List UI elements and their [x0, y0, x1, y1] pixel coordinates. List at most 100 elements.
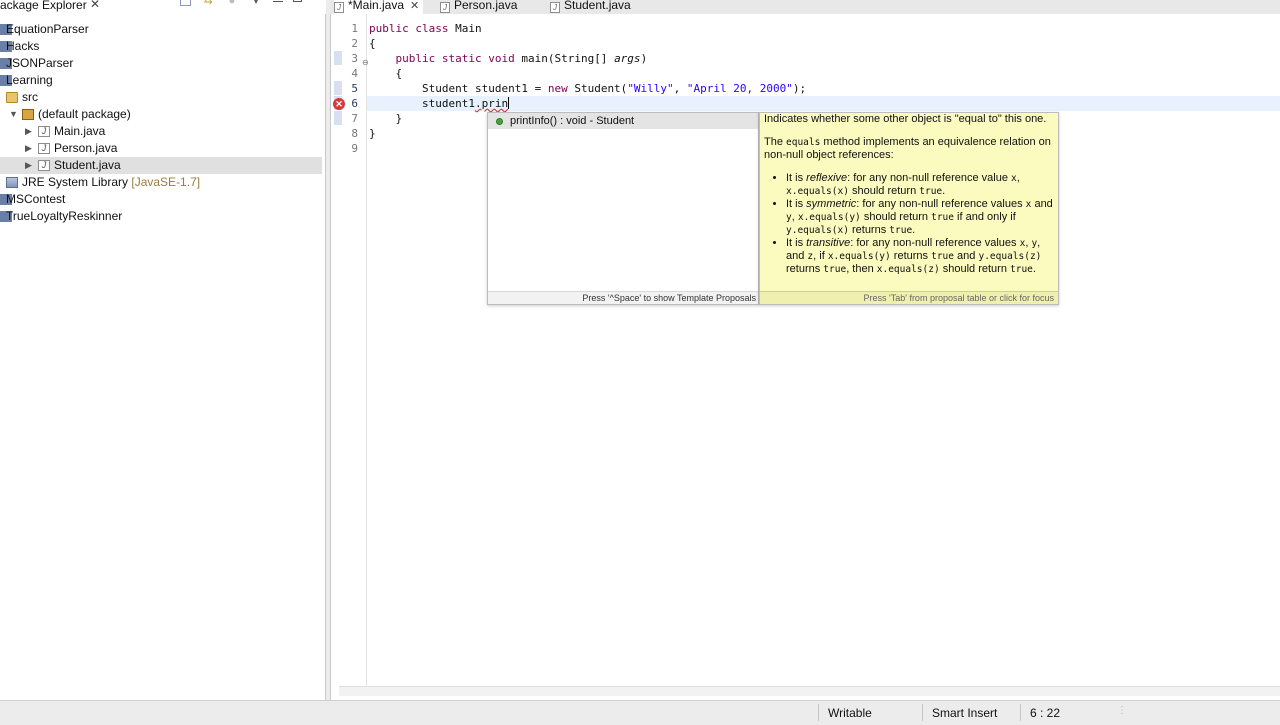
tree-item-text: JRE System Library [JavaSE-1.7] — [22, 174, 200, 191]
tree-item-mscontest[interactable]: MSContest — [0, 191, 322, 208]
text-caret — [508, 97, 510, 109]
tree-item-label: Student.java — [54, 158, 121, 172]
jre-version-decoration: [JavaSE-1.7] — [131, 175, 201, 189]
java-file-icon: J — [334, 2, 344, 13]
focus-icon[interactable]: ● — [225, 0, 239, 7]
javadoc-list: It is reflexive: for any non-null refere… — [786, 172, 1058, 276]
tree-item-label: src — [22, 90, 38, 104]
tree-item-jsonparser[interactable]: JSONParser — [0, 55, 322, 72]
tree-item-trueloyaltyreskinner[interactable]: TrueLoyaltyReskinner — [0, 208, 322, 225]
status-cursor-position: 6 : 22 — [1030, 706, 1061, 720]
tab-label: *Main.java — [348, 0, 405, 12]
editor-tab-bar: J *Main.java ✕ J Person.java J Student.java — [330, 0, 1280, 14]
chevron-down-icon[interactable]: ▼ — [9, 106, 19, 123]
tab-person-java[interactable]: J Person.java — [440, 0, 517, 14]
tab-label: Person.java — [454, 0, 518, 12]
javadoc-summary: Indicates whether some other object is "… — [764, 113, 1047, 125]
tree-item-label: MSContest — [6, 192, 66, 206]
code-token: ) — [640, 52, 648, 65]
keyword: public static void — [395, 52, 515, 65]
javadoc-hover[interactable]: Indicates whether some other object is "… — [759, 112, 1059, 305]
tree-item-person-java[interactable]: ▶ J Person.java — [0, 140, 322, 157]
javadoc-list-item: It is transitive: for any non-null refer… — [786, 237, 1058, 276]
collapse-all-icon[interactable] — [180, 0, 191, 6]
code-line: public class Main — [369, 21, 806, 36]
status-bar: Writable Smart Insert 6 : 22 ⋮ — [0, 700, 1280, 721]
tree-item-src[interactable]: src — [0, 89, 322, 106]
code-token: { — [395, 67, 403, 80]
chevron-right-icon[interactable]: ▶ — [25, 140, 35, 157]
java-file-icon: J — [38, 160, 50, 171]
error-token: .prin — [474, 97, 509, 110]
tree-item-label: (default package) — [38, 107, 131, 121]
chevron-right-icon[interactable]: ▶ — [25, 123, 35, 140]
status-insert-mode[interactable]: Smart Insert — [932, 701, 997, 721]
doc-code: true — [931, 251, 954, 262]
code-token: Student student1 = — [421, 82, 548, 95]
status-separator — [1020, 704, 1021, 721]
code-token: student1 — [421, 97, 475, 110]
java-file-icon: J — [38, 143, 50, 154]
doc-text: , — [1016, 172, 1020, 184]
java-file-icon: J — [38, 126, 50, 137]
tree-item-learning[interactable]: Learning — [0, 72, 322, 89]
status-separator — [818, 704, 819, 721]
code-token: } — [395, 112, 403, 125]
view-menu-icon[interactable]: ▾ — [249, 0, 263, 7]
link-with-editor-icon[interactable]: ⇆ — [201, 0, 215, 7]
tab-student-java[interactable]: J Student.java — [550, 0, 631, 14]
javadoc-paragraph: The equals method implements an equivale… — [764, 136, 1058, 162]
maximize-icon[interactable] — [293, 0, 302, 2]
package-explorer-view: ackage Explorer ✕ ⇆ ● ▾ EquationParser H… — [0, 0, 326, 700]
javadoc-list-item: It is reflexive: for any non-null refere… — [786, 172, 1058, 198]
minimize-icon[interactable] — [273, 0, 283, 2]
library-icon — [6, 177, 18, 188]
line-number: 6 — [351, 97, 358, 110]
doc-text: , then — [846, 263, 877, 275]
chevron-right-icon[interactable]: ▶ — [25, 157, 35, 174]
code-line: student1.prin — [369, 96, 806, 111]
line-number: 2 — [351, 37, 358, 50]
package-explorer-header: ackage Explorer ✕ ⇆ ● ▾ — [0, 0, 326, 14]
tree-item-label: Main.java — [54, 124, 106, 138]
status-writable: Writable — [828, 706, 872, 720]
doc-text: It is — [786, 198, 807, 210]
proposal-item[interactable]: printInfo() : void - Student — [488, 113, 758, 129]
doc-text: and — [1031, 198, 1053, 210]
tab-main-java[interactable]: J *Main.java ✕ — [334, 0, 424, 14]
fold-collapse-icon[interactable]: ⊖ — [362, 58, 369, 67]
tree-item-student-java[interactable]: ▶ J Student.java — [0, 157, 322, 174]
package-icon — [22, 109, 34, 120]
tree-item-label: JRE System Library — [22, 175, 129, 189]
tree-item-equationparser[interactable]: EquationParser — [0, 21, 322, 38]
string-literal: "April 20, 2000" — [686, 82, 793, 95]
line-number: 9 — [351, 142, 358, 155]
doc-text: returns — [848, 224, 890, 236]
close-icon[interactable]: ✕ — [90, 0, 100, 11]
doc-text: , if — [813, 250, 828, 262]
string-literal: "Willy" — [627, 82, 674, 95]
proposal-label: printInfo() : void - Student — [510, 115, 635, 127]
doc-text: : for any non-null reference values — [856, 198, 1026, 210]
code-line: Student student1 = new Student("Willy", … — [369, 81, 806, 96]
tree-item-default-package[interactable]: ▼ (default package) — [0, 106, 322, 123]
doc-text: . — [1032, 263, 1036, 275]
doc-text: . — [942, 185, 946, 197]
close-icon[interactable]: ✕ — [410, 0, 419, 12]
code-line: public static void main(String[] args) — [369, 51, 806, 66]
horizontal-scrollbar[interactable] — [339, 686, 1280, 696]
doc-emphasis: symmetric — [806, 198, 857, 210]
tab-label: Student.java — [564, 0, 631, 12]
assist-footer: Press '^Space' to show Template Proposal… — [488, 291, 758, 304]
status-grip-icon[interactable]: ⋮ — [1117, 705, 1127, 716]
tree-item-jre-system-library[interactable]: JRE System Library [JavaSE-1.7] — [0, 174, 322, 191]
package-explorer-title[interactable]: ackage Explorer — [0, 0, 87, 12]
content-assist-popup: printInfo() : void - Student Press '^Spa… — [487, 112, 759, 305]
line-number: 3 — [351, 52, 358, 65]
status-separator — [922, 704, 923, 721]
parameter-name: args — [614, 52, 641, 65]
tree-item-hacks[interactable]: Hacks — [0, 38, 322, 55]
doc-text: should return — [860, 211, 932, 223]
tree-item-main-java[interactable]: ▶ J Main.java — [0, 123, 322, 140]
code-token: , — [673, 82, 687, 95]
